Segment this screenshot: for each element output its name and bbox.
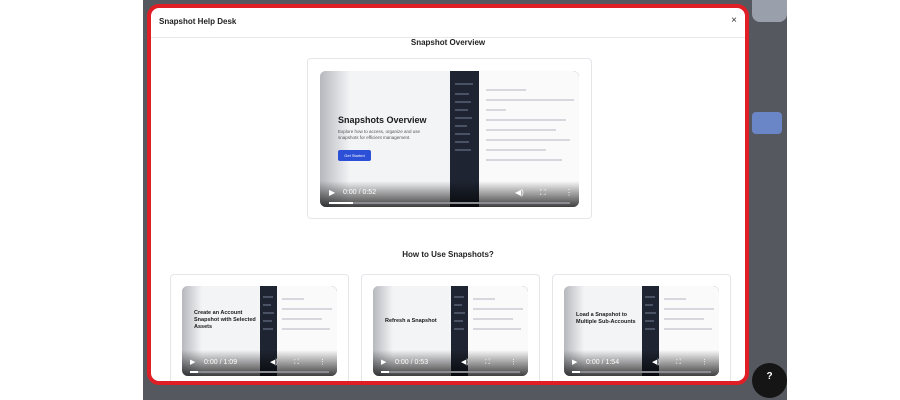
modal-header: Snapshot Help Desk × xyxy=(151,8,745,38)
how-to-video-player[interactable]: Create an Account Snapshot with Selected… xyxy=(182,286,337,376)
fullscreen-icon[interactable]: ⛶ xyxy=(676,359,681,367)
video-time: 0:00 / 0:52 xyxy=(343,189,377,196)
video-time: 0:00 / 0:53 xyxy=(395,359,429,366)
video-controls: ▶ 0:00 / 1:09 ◀) ⛶ ⋮ xyxy=(182,350,337,376)
overview-video-player[interactable]: Snapshots Overview Explore how to access… xyxy=(320,71,579,207)
fullscreen-icon[interactable]: ⛶ xyxy=(485,359,490,367)
video-controls: ▶ 0:00 / 0:53 ◀) ⛶ ⋮ xyxy=(373,350,528,376)
play-icon[interactable]: ▶ xyxy=(329,189,335,197)
screen: Snapshot Help Desk × Snapshot Overview S… xyxy=(0,0,900,400)
play-icon[interactable]: ▶ xyxy=(572,359,577,367)
background-button xyxy=(752,112,782,134)
video-thumbnail-description: Explore how to access, organize and use … xyxy=(338,129,421,140)
volume-icon[interactable]: ◀) xyxy=(515,189,524,197)
video-thumbnail-heading: Create an Account Snapshot with Selected… xyxy=(194,310,256,330)
overview-video-card: Snapshots Overview Explore how to access… xyxy=(307,58,592,219)
video-controls: ▶ 0:00 / 0:52 ◀) ⛶ ⋮ xyxy=(320,181,579,207)
how-to-video-card: Create an Account Snapshot with Selected… xyxy=(170,274,349,381)
background-element xyxy=(752,0,787,22)
more-vertical-icon[interactable]: ⋮ xyxy=(701,359,708,367)
video-thumbnail-heading: Snapshots Overview xyxy=(338,115,427,125)
more-vertical-icon[interactable]: ⋮ xyxy=(565,189,573,197)
video-controls: ▶ 0:00 / 1:54 ◀) ⛶ ⋮ xyxy=(564,350,719,376)
video-progress-fill xyxy=(190,371,199,373)
play-icon[interactable]: ▶ xyxy=(381,359,386,367)
close-icon[interactable]: × xyxy=(731,15,737,26)
video-progress-bar[interactable] xyxy=(190,371,329,373)
help-icon: ? xyxy=(766,371,773,382)
video-thumbnail-heading: Refresh a Snapshot xyxy=(385,318,437,324)
help-chat-button[interactable]: ? xyxy=(752,363,787,398)
more-vertical-icon[interactable]: ⋮ xyxy=(510,359,517,367)
modal-title: Snapshot Help Desk xyxy=(159,17,237,26)
how-to-video-player[interactable]: Refresh a Snapshot ▶ 0:00 / 0:53 ◀) ⛶ ⋮ xyxy=(373,286,528,376)
help-desk-modal: Snapshot Help Desk × Snapshot Overview S… xyxy=(147,4,749,385)
video-progress-bar[interactable] xyxy=(572,371,711,373)
how-to-video-card: Refresh a Snapshot ▶ 0:00 / 0:53 ◀) ⛶ ⋮ xyxy=(361,274,540,381)
volume-icon[interactable]: ◀) xyxy=(461,359,469,367)
more-vertical-icon[interactable]: ⋮ xyxy=(319,359,326,367)
volume-icon[interactable]: ◀) xyxy=(270,359,278,367)
how-to-video-player[interactable]: Load a Snapshot to Multiple Sub-Accounts xyxy=(564,286,719,376)
play-icon[interactable]: ▶ xyxy=(190,359,195,367)
video-progress-fill xyxy=(381,371,390,373)
video-progress-fill xyxy=(572,371,581,373)
video-progress-bar[interactable] xyxy=(329,202,570,204)
fullscreen-icon[interactable]: ⛶ xyxy=(540,189,546,197)
overview-section-title: Snapshot Overview xyxy=(410,38,486,47)
video-time: 0:00 / 1:09 xyxy=(204,359,238,366)
video-thumbnail-heading: Load a Snapshot to Multiple Sub-Accounts xyxy=(576,312,636,325)
video-progress-fill xyxy=(329,202,354,204)
video-thumbnail-cta: Get Started xyxy=(338,150,371,161)
video-time: 0:00 / 1:54 xyxy=(586,359,620,366)
how-to-section-title: How to Use Snapshots? xyxy=(402,250,494,259)
video-progress-bar[interactable] xyxy=(381,371,520,373)
how-to-video-card: Load a Snapshot to Multiple Sub-Accounts xyxy=(552,274,731,381)
volume-icon[interactable]: ◀) xyxy=(652,359,660,367)
fullscreen-icon[interactable]: ⛶ xyxy=(294,359,299,367)
